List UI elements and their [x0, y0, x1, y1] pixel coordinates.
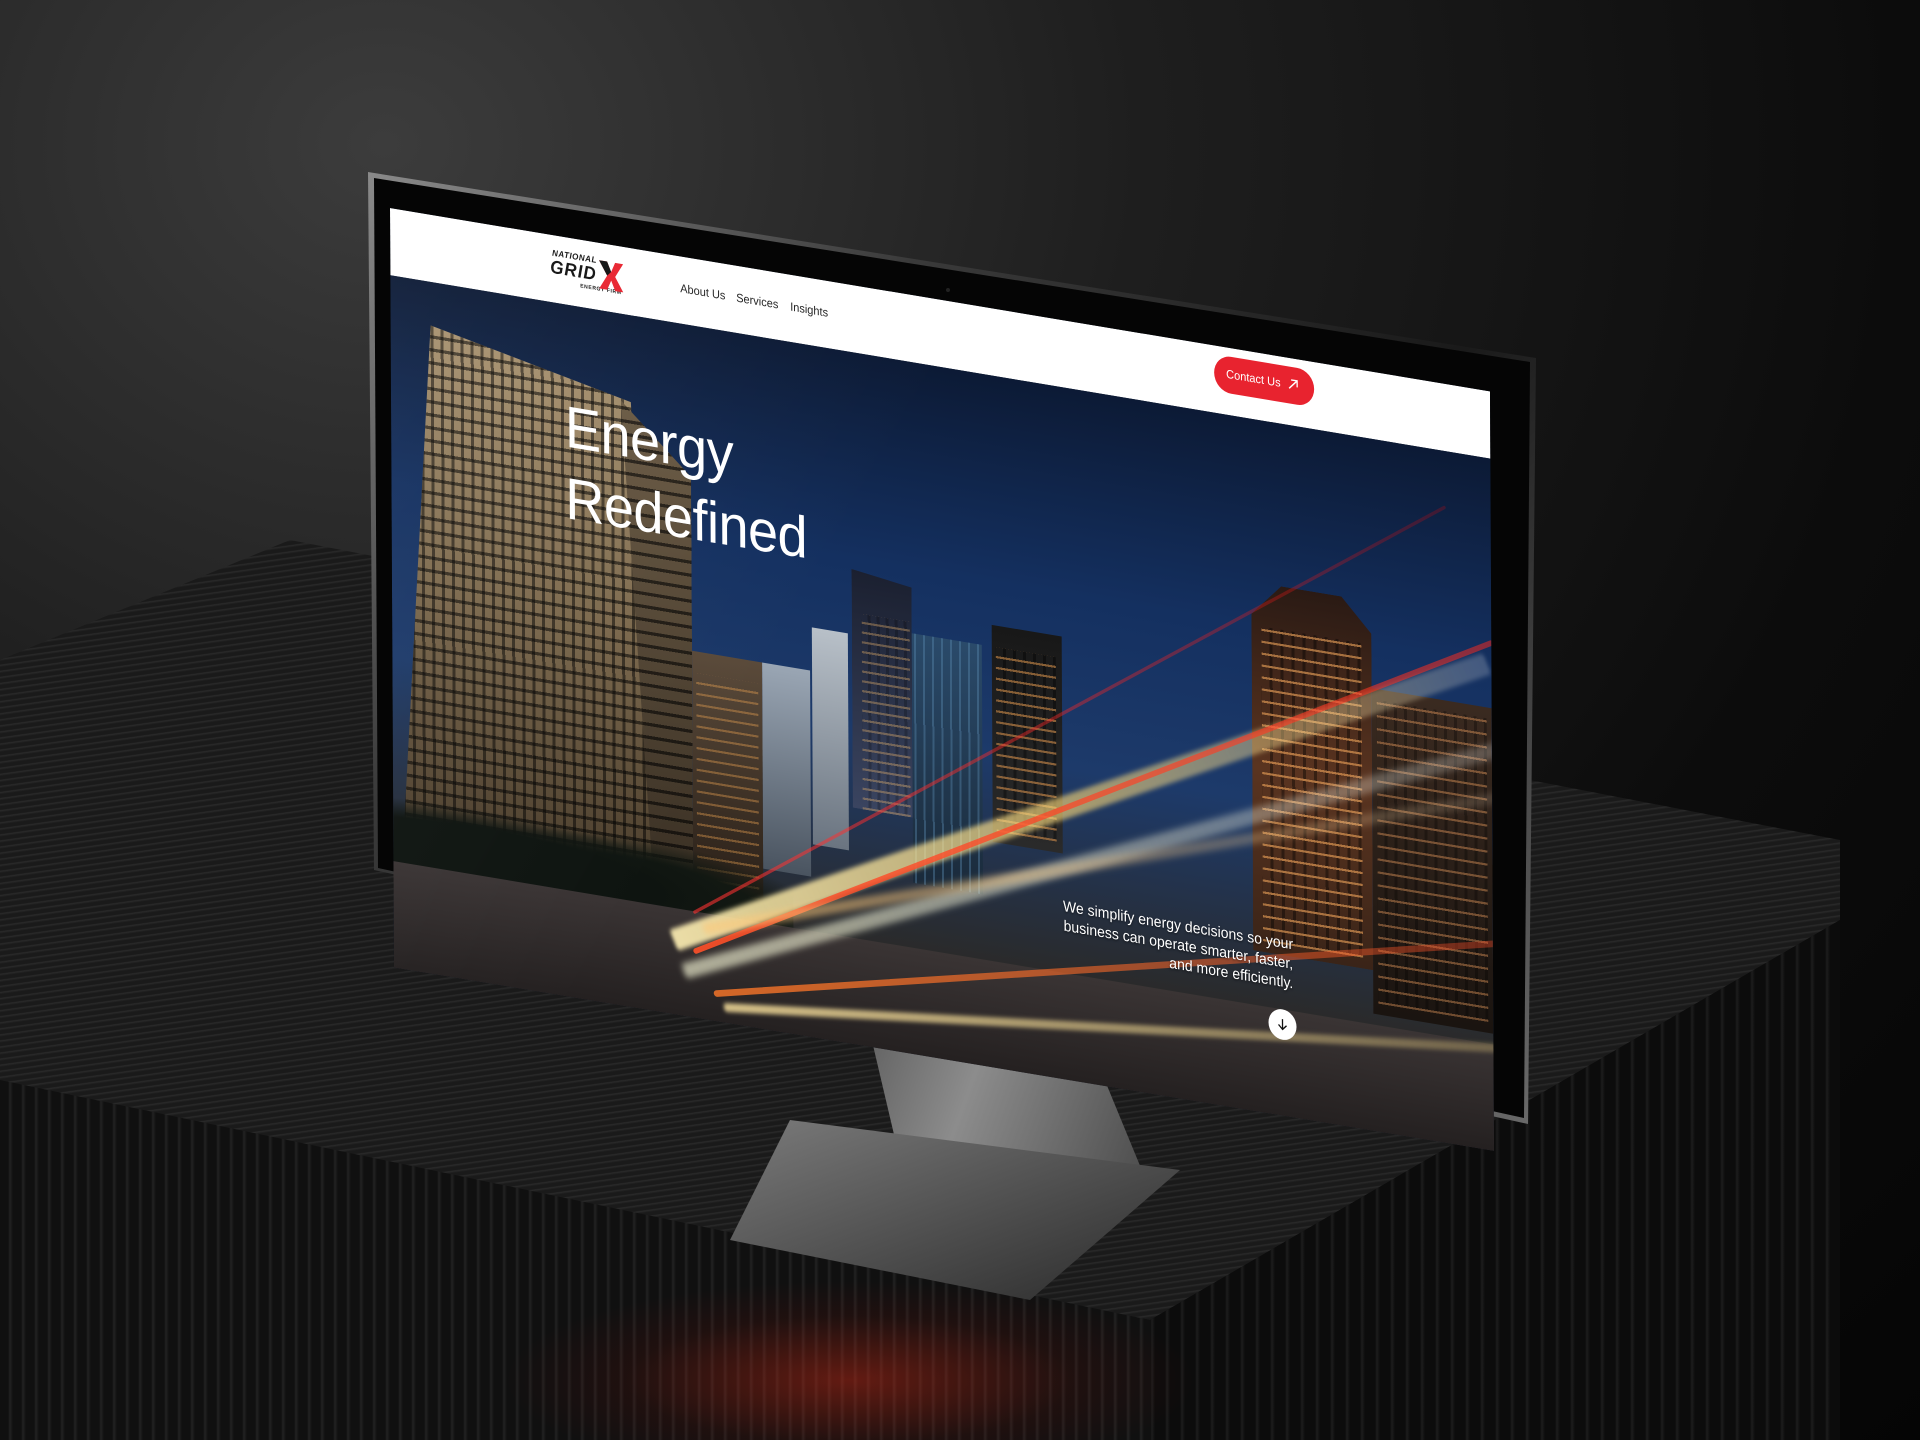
pale-tower	[762, 662, 812, 877]
nav-insights[interactable]: Insights	[790, 301, 828, 320]
contact-us-label: Contact Us	[1226, 367, 1281, 391]
arrow-up-right-icon	[1288, 379, 1298, 389]
skyscraper-center-windows	[861, 614, 911, 818]
site-logo[interactable]: NATIONAL GRID ENERGY FIRM	[550, 248, 630, 303]
webcam-dot	[946, 288, 950, 292]
arrow-down-icon	[1278, 1019, 1287, 1031]
device-mockup-scene: NATIONAL GRID ENERGY FIRM About Us Servi…	[0, 0, 1920, 1440]
pedestal-glow	[500, 1280, 1200, 1440]
x-mark-icon	[599, 260, 624, 293]
contact-us-button[interactable]: Contact Us	[1214, 354, 1315, 408]
white-tower	[811, 627, 849, 851]
nav-about-us[interactable]: About Us	[680, 282, 725, 303]
nav-services[interactable]: Services	[736, 292, 778, 312]
